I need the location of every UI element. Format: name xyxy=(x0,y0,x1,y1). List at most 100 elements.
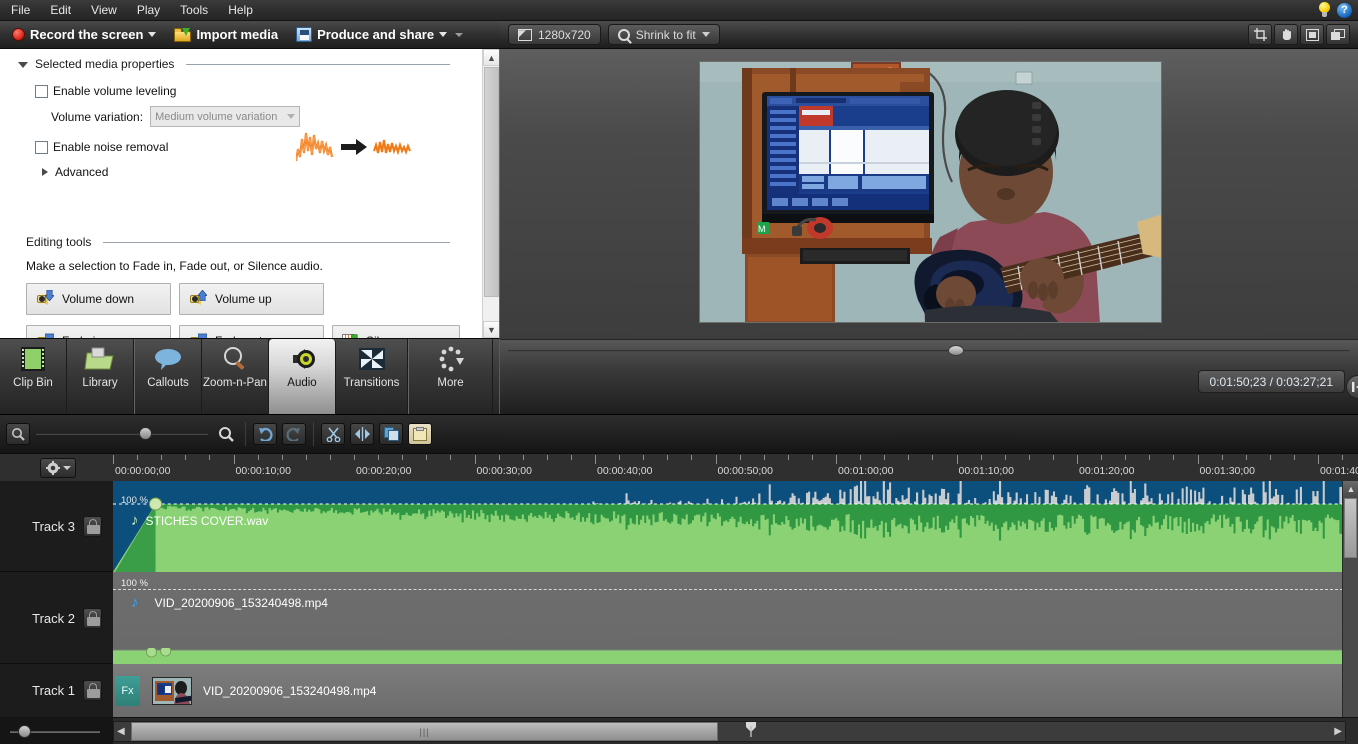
ruler-tick-marks[interactable]: 00:00:00;00 00:00:10;00 00:00:20;00 00:00:3… xyxy=(113,454,1358,482)
menu-item-tools[interactable]: Tools xyxy=(171,1,217,20)
split-icon[interactable] xyxy=(350,423,374,445)
fullscreen-icon[interactable] xyxy=(1300,24,1324,45)
scroll-up-button[interactable]: ▲ xyxy=(1343,481,1358,497)
chevron-down-icon[interactable] xyxy=(148,32,157,37)
track-2-body[interactable]: 100 % ♪ VID_20200906_153240498.mp4 xyxy=(113,572,1358,664)
volume-leveling-checkbox[interactable] xyxy=(35,84,48,98)
undo-icon[interactable] xyxy=(253,423,277,445)
clip-thumbnail xyxy=(152,676,192,705)
track-2-clip-label[interactable]: ♪ VID_20200906_153240498.mp4 xyxy=(131,594,328,611)
chevron-down-icon[interactable] xyxy=(62,466,71,470)
scrollbar-thumb[interactable] xyxy=(484,67,499,297)
selected-media-properties-header[interactable]: Selected media properties xyxy=(0,49,480,71)
timeline-zoom-slider[interactable] xyxy=(36,423,208,445)
redo-icon[interactable] xyxy=(282,423,306,445)
speech-bubble-icon xyxy=(151,344,185,374)
volume-down-button[interactable]: Volume down xyxy=(26,283,171,315)
enable-volume-leveling-row[interactable]: Enable volume leveling xyxy=(0,84,480,98)
timeline-options-button[interactable] xyxy=(40,458,76,478)
record-screen-button[interactable]: Record the screen xyxy=(6,23,162,47)
lock-icon[interactable] xyxy=(83,680,102,701)
lock-icon[interactable] xyxy=(83,516,102,537)
mini-zoom-knob[interactable] xyxy=(18,725,31,738)
tab-zoom-n-pan[interactable]: Zoom-n-Pan xyxy=(202,339,269,414)
menu-item-view[interactable]: View xyxy=(82,1,126,20)
skip-back-icon[interactable] xyxy=(1346,375,1358,399)
preview-dimensions-button[interactable]: 1280x720 xyxy=(508,24,601,45)
track-2-clip-name: VID_20200906_153240498.mp4 xyxy=(154,595,328,610)
hscrollbar-thumb[interactable]: ||| xyxy=(131,722,718,741)
scroll-up-button[interactable]: ▲ xyxy=(483,49,499,66)
hand-icon[interactable] xyxy=(1274,24,1298,45)
time-display: 0:01:50;23 / 0:03:27;21 xyxy=(1197,370,1345,393)
chevron-down-icon[interactable] xyxy=(439,32,448,37)
tab-transitions[interactable]: Transitions xyxy=(336,339,408,414)
ruler-minor-tick xyxy=(860,455,862,460)
menu-item-play[interactable]: Play xyxy=(128,1,169,20)
ruler-minor-tick xyxy=(1221,455,1223,460)
tab-more[interactable]: More xyxy=(409,339,493,414)
zoom-out-icon[interactable] xyxy=(6,423,30,445)
track-3-clip-label[interactable]: ♪ STICHES COVER.wav xyxy=(131,512,268,529)
track-header-3: Track 3 xyxy=(0,481,113,572)
timeline-bottom-bar: ◀ ||| ▶ xyxy=(0,717,1358,744)
editing-tools-title: Editing tools xyxy=(26,235,92,249)
ruler-minor-tick xyxy=(498,455,500,460)
copy-icon[interactable] xyxy=(379,423,403,445)
overflow-chevron-icon[interactable] xyxy=(455,32,464,37)
chevron-down-icon xyxy=(287,114,296,119)
menu-item-file[interactable]: File xyxy=(2,1,39,20)
advanced-row[interactable]: Advanced xyxy=(0,165,480,179)
lightbulb-icon[interactable] xyxy=(1318,2,1331,18)
speaker-up-icon xyxy=(189,290,207,307)
video-preview[interactable]: M xyxy=(699,61,1162,323)
scroll-down-button[interactable]: ▼ xyxy=(483,321,499,338)
zoom-slider-track xyxy=(36,433,208,435)
silence-button[interactable]: Silence xyxy=(332,325,460,338)
zoom-in-icon[interactable] xyxy=(214,423,238,445)
scrollbar-thumb[interactable] xyxy=(1344,498,1357,558)
tab-clip-bin[interactable]: Clip Bin xyxy=(0,339,67,414)
chevron-down-icon[interactable] xyxy=(701,32,710,37)
produce-share-button[interactable]: Produce and share xyxy=(290,23,469,47)
tab-callouts[interactable]: Callouts xyxy=(135,339,202,414)
import-media-button[interactable]: Import media xyxy=(168,23,284,47)
ruler-minor-tick xyxy=(257,455,259,460)
noise-removal-checkbox[interactable] xyxy=(35,140,48,154)
ruler-minor-tick xyxy=(884,455,886,460)
preview-zoom-label: Shrink to fit xyxy=(635,27,696,42)
preview-zoom-button[interactable]: Shrink to fit xyxy=(607,24,720,45)
tab-more-label: More xyxy=(437,377,464,389)
zoom-slider-knob[interactable] xyxy=(139,427,152,440)
collapse-arrow-icon[interactable] xyxy=(18,62,28,68)
paste-icon[interactable] xyxy=(408,423,432,445)
fade-in-button[interactable]: Fade in xyxy=(26,325,171,338)
track-3-body[interactable]: 100 % ♪ STICHES COVER.wav xyxy=(113,481,1358,572)
detach-icon[interactable] xyxy=(1326,24,1350,45)
track-1-body[interactable]: Fx VID_20200906_153240498.mp4 xyxy=(113,664,1358,717)
scroll-left-icon[interactable]: ◀ xyxy=(117,726,125,737)
lock-icon[interactable] xyxy=(83,607,102,629)
playhead-marker[interactable] xyxy=(746,722,756,737)
seek-thumb[interactable] xyxy=(948,345,964,356)
tab-audio[interactable]: Audio xyxy=(269,339,336,414)
volume-up-button[interactable]: Volume up xyxy=(179,283,324,315)
scroll-right-icon[interactable]: ▶ xyxy=(1334,726,1342,737)
seek-track[interactable] xyxy=(508,350,1350,352)
volume-variation-select[interactable]: Medium volume variation xyxy=(150,106,301,127)
help-icon[interactable]: ? xyxy=(1337,2,1352,18)
svg-text:M: M xyxy=(758,224,766,234)
expand-arrow-icon[interactable] xyxy=(42,168,48,176)
cut-icon[interactable] xyxy=(321,423,345,445)
tab-library[interactable]: Library xyxy=(67,339,134,414)
ruler-minor-tick xyxy=(619,455,621,460)
tracks-vertical-scrollbar[interactable]: ▲ xyxy=(1342,481,1358,717)
crop-icon[interactable] xyxy=(1248,24,1272,45)
fx-badge[interactable]: Fx xyxy=(115,675,140,706)
properties-scrollbar[interactable]: ▲ ▼ xyxy=(482,49,499,338)
mini-zoom-slider[interactable] xyxy=(0,718,113,744)
menu-item-edit[interactable]: Edit xyxy=(41,1,80,20)
menu-item-help[interactable]: Help xyxy=(219,1,262,20)
fade-out-button[interactable]: Fade out xyxy=(179,325,324,338)
timeline-horizontal-scrollbar[interactable]: ◀ ||| ▶ xyxy=(113,721,1346,742)
